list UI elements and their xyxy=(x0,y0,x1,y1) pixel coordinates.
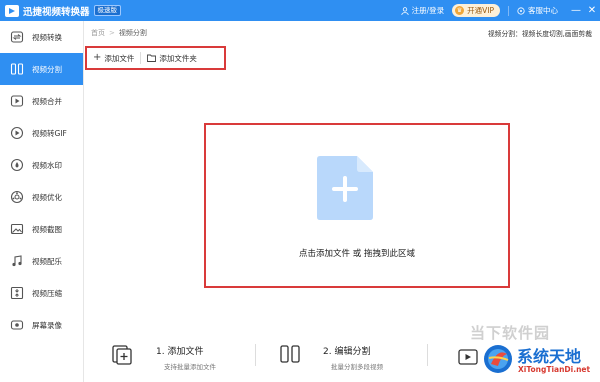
title-bar-actions: 注册/登录 ♛ 开通VIP 客服中心 — ✕ xyxy=(400,0,600,21)
add-folder-button[interactable]: 添加文件夹 xyxy=(141,48,203,68)
divider xyxy=(255,344,256,366)
divider xyxy=(508,5,509,16)
sidebar-item-video-split[interactable]: 视频分割 xyxy=(0,53,83,85)
sidebar-item-video-to-gif[interactable]: 视频转GIF xyxy=(0,117,83,149)
breadcrumb-separator: > xyxy=(109,29,115,37)
sidebar-item-label: 视频水印 xyxy=(32,160,62,170)
watermark-icon xyxy=(10,158,24,172)
vip-button[interactable]: ♛ 开通VIP xyxy=(452,4,500,17)
edit-split-step-icon xyxy=(280,345,300,363)
vip-label: 开通VIP xyxy=(467,6,494,15)
breadcrumb-home-link[interactable]: 首页 xyxy=(91,28,105,38)
watermark-name: 系统天地 xyxy=(517,347,582,366)
sidebar-item-label: 视频分割 xyxy=(32,64,62,74)
help-center-link[interactable]: 客服中心 xyxy=(517,5,558,16)
close-button[interactable]: ✕ xyxy=(584,0,600,21)
sidebar: 视频转换 视频分割 视频合并 视频转GIF 视频水印 视频优化 视频截图 视频配… xyxy=(0,21,84,382)
screenshot-icon xyxy=(10,222,24,236)
vip-crown-icon: ♛ xyxy=(455,6,465,15)
sidebar-item-video-convert[interactable]: 视频转换 xyxy=(0,21,83,53)
sidebar-item-video-watermark[interactable]: 视频水印 xyxy=(0,149,83,181)
watermark-url: XiTongTianDi.net xyxy=(518,365,591,374)
feature-description: 视频分割：视频长度切割,画面剪裁 xyxy=(487,30,592,38)
sidebar-item-label: 视频截图 xyxy=(32,224,62,234)
drop-zone-label: 点击添加文件 或 拖拽到此区域 xyxy=(299,249,415,259)
folder-icon xyxy=(147,54,157,62)
compress-icon xyxy=(10,286,24,300)
video-split-icon xyxy=(10,62,24,76)
sidebar-item-label: 视频压缩 xyxy=(32,288,62,298)
sidebar-item-video-music[interactable]: 视频配乐 xyxy=(0,245,83,277)
gif-icon xyxy=(10,126,24,140)
sidebar-item-label: 视频优化 xyxy=(32,192,62,202)
breadcrumb-current: 视频分割 xyxy=(118,29,147,37)
step-desc: 批量分割多段视频 xyxy=(331,363,383,371)
login-link[interactable]: 注册/登录 xyxy=(400,5,445,16)
screen-record-icon xyxy=(10,318,24,332)
video-convert-icon xyxy=(10,30,24,44)
add-file-label: 添加文件 xyxy=(104,53,135,63)
app-title: 迅捷视频转换器 xyxy=(23,6,90,18)
step-title: 2. 编辑分割 xyxy=(323,347,371,357)
user-icon xyxy=(400,6,409,15)
sidebar-item-video-optimize[interactable]: 视频优化 xyxy=(0,181,83,213)
add-folder-label: 添加文件夹 xyxy=(159,53,197,63)
sidebar-item-video-screenshot[interactable]: 视频截图 xyxy=(0,213,83,245)
step-desc: 支持批量添加文件 xyxy=(164,363,216,371)
sidebar-item-label: 视频合并 xyxy=(32,96,62,106)
optimize-icon xyxy=(10,190,24,204)
sidebar-item-label: 视频转换 xyxy=(32,32,62,42)
music-icon xyxy=(10,254,24,268)
file-drop-zone[interactable]: 点击添加文件 或 拖拽到此区域 xyxy=(204,123,510,288)
sidebar-item-label: 屏幕录像 xyxy=(32,320,62,330)
sidebar-item-label: 视频转GIF xyxy=(32,128,67,138)
title-bar: 迅捷视频转换器 极速版 注册/登录 ♛ 开通VIP 客服中心 — ✕ xyxy=(0,0,600,21)
sidebar-item-label: 视频配乐 xyxy=(32,256,62,266)
app-logo-icon xyxy=(5,4,19,17)
plus-icon: + xyxy=(93,52,102,63)
minimize-button[interactable]: — xyxy=(568,0,584,21)
sidebar-item-video-merge[interactable]: 视频合并 xyxy=(0,85,83,117)
watermark-logo-icon xyxy=(484,345,512,373)
toolbar: + 添加文件 添加文件夹 xyxy=(85,46,226,70)
headset-icon xyxy=(517,6,525,15)
video-merge-icon xyxy=(10,94,24,108)
breadcrumb: 首页 > 视频分割 视频分割：视频长度切割,画面剪裁 xyxy=(85,21,600,45)
edition-badge: 极速版 xyxy=(93,5,122,16)
export-step-icon xyxy=(458,349,478,365)
watermark-text: 当下软件园 xyxy=(470,324,551,342)
login-label: 注册/登录 xyxy=(411,6,445,15)
add-file-step-icon xyxy=(112,345,132,365)
step-title: 1. 添加文件 xyxy=(156,347,204,357)
sidebar-item-screen-record[interactable]: 屏幕录像 xyxy=(0,309,83,341)
sidebar-item-video-compress[interactable]: 视频压缩 xyxy=(0,277,83,309)
divider xyxy=(427,344,428,366)
add-file-button[interactable]: + 添加文件 xyxy=(87,48,140,68)
help-label: 客服中心 xyxy=(528,6,558,15)
add-file-icon[interactable] xyxy=(317,156,373,220)
